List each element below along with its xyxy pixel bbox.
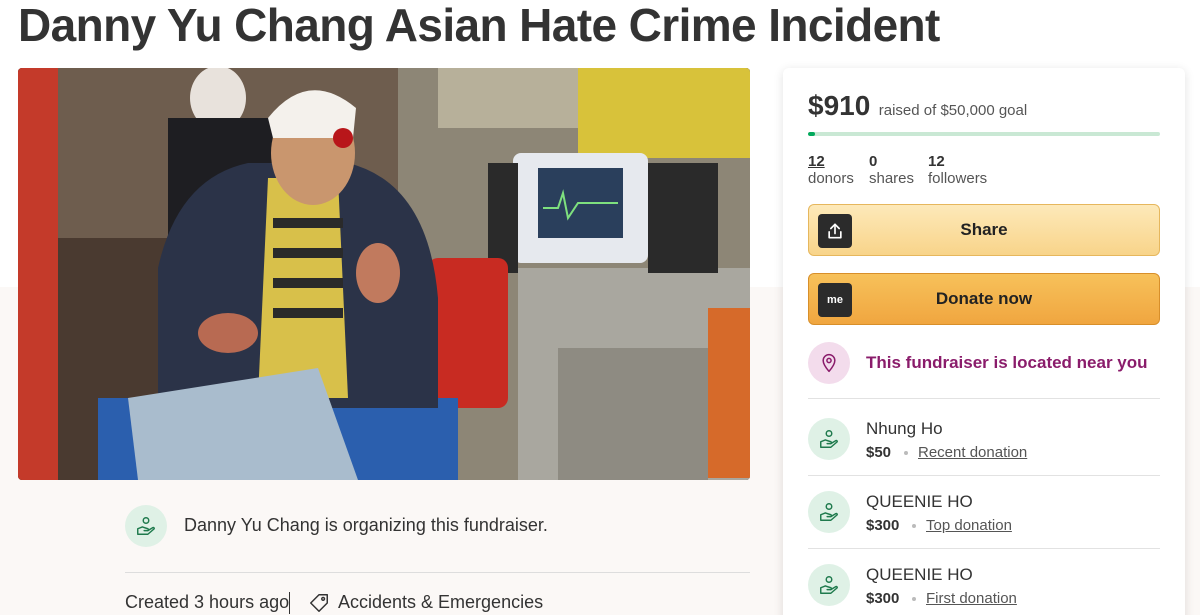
donation-type-link[interactable]: First donation bbox=[926, 590, 1017, 607]
progress-fill bbox=[808, 132, 816, 136]
donation-amount: $50 bbox=[866, 444, 892, 461]
donation-amount: $300 bbox=[866, 517, 900, 534]
raised-goal: raised of $50,000 goal bbox=[878, 102, 1028, 119]
followers-count: 12 bbox=[928, 153, 945, 170]
stat-donors[interactable]: 12 donors bbox=[808, 153, 854, 187]
donor-avatar bbox=[808, 418, 850, 460]
category-link[interactable]: Accidents & Emergencies bbox=[338, 592, 543, 613]
donor-name: Nhung Ho bbox=[866, 419, 943, 438]
donation-item: QUEENIE HO $300 First donation bbox=[808, 557, 1160, 607]
meta-separator bbox=[289, 592, 290, 614]
donor-avatar bbox=[808, 491, 850, 533]
donation-type-link[interactable]: Top donation bbox=[926, 517, 1012, 534]
dot-separator bbox=[904, 451, 908, 455]
organizer-text: Danny Yu Chang is organizing this fundra… bbox=[184, 515, 548, 535]
tag-icon bbox=[310, 594, 328, 612]
shares-count: 0 bbox=[869, 153, 878, 170]
dot-separator bbox=[912, 597, 916, 601]
share-button-label: Share bbox=[960, 220, 1008, 239]
shares-label: shares bbox=[869, 170, 915, 187]
raised-amount: $910 bbox=[808, 90, 871, 121]
donors-count[interactable]: 12 bbox=[808, 153, 854, 170]
share-button[interactable]: Share bbox=[808, 204, 1160, 256]
donation-amount: $300 bbox=[866, 590, 900, 607]
progress-bar bbox=[808, 132, 1160, 136]
donor-avatar bbox=[808, 564, 850, 606]
gofundme-icon: me bbox=[818, 283, 852, 317]
hand-heart-icon bbox=[820, 503, 838, 521]
stat-followers: 12 followers bbox=[928, 153, 987, 187]
gofundme-icon-text: me bbox=[827, 294, 843, 306]
donors-label: donors bbox=[808, 170, 854, 187]
followers-label: followers bbox=[928, 170, 988, 187]
donation-item: QUEENIE HO $300 Top donation bbox=[808, 484, 1160, 534]
location-pin-icon bbox=[808, 342, 850, 384]
hand-heart-icon bbox=[820, 430, 838, 448]
divider bbox=[125, 572, 750, 573]
donor-name: QUEENIE HO bbox=[866, 565, 973, 584]
divider bbox=[808, 548, 1160, 549]
divider bbox=[808, 398, 1160, 399]
donation-item: Nhung Ho $50 Recent donation bbox=[808, 411, 1160, 461]
created-time: Created 3 hours ago bbox=[125, 592, 290, 612]
donate-button-label: Donate now bbox=[935, 289, 1033, 308]
donate-button[interactable]: me Donate now bbox=[808, 273, 1160, 325]
campaign-photo bbox=[18, 68, 750, 480]
page-title: Danny Yu Chang Asian Hate Crime Incident bbox=[18, 0, 940, 51]
raised-summary: $910 raised of $50,000 goal bbox=[808, 90, 1027, 122]
organizer-avatar bbox=[125, 505, 167, 547]
divider bbox=[808, 475, 1160, 476]
dot-separator bbox=[912, 524, 916, 528]
donation-type-link[interactable]: Recent donation bbox=[918, 444, 1027, 461]
location-message: This fundraiser is located near you bbox=[866, 353, 1148, 372]
donor-name: QUEENIE HO bbox=[866, 492, 973, 511]
hand-heart-icon bbox=[820, 576, 838, 594]
hand-heart-icon bbox=[137, 517, 155, 535]
stat-shares: 0 shares bbox=[869, 153, 914, 187]
share-upload-icon bbox=[818, 214, 852, 248]
